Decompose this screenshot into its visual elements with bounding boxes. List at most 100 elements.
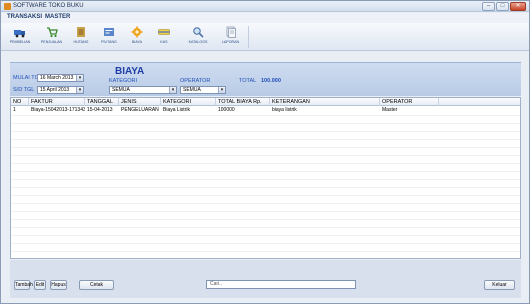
ledger-icon (77, 27, 85, 37)
grid-line (11, 163, 520, 164)
grid-line (11, 171, 520, 172)
total-value: 100.000 (261, 78, 281, 84)
title-bar: SOFTWARE TOKO BUKU – □ ✕ (1, 1, 529, 12)
grid-line (11, 243, 520, 244)
col-no[interactable]: NO (11, 98, 29, 106)
receivable-icon (104, 28, 114, 36)
ribbon-kas-button[interactable]: KAS (153, 24, 175, 49)
ribbon-label: PEMBELIAN (9, 40, 31, 44)
app-icon (4, 3, 11, 10)
ribbon-katalogs-button[interactable]: KATALOGS (184, 24, 212, 49)
operator-value: SEMUA (183, 87, 201, 93)
menu-transaksi[interactable]: TRANSAKSI (7, 14, 42, 20)
truck-icon (14, 30, 25, 38)
grid-line (11, 139, 520, 140)
report-icon (226, 26, 236, 38)
cell-tanggal: 15-04-2013 (87, 107, 113, 113)
kategori-value: SEMUA (112, 87, 130, 93)
grid-line (11, 155, 520, 156)
mulai-tgl-value: 16 March 2013 (40, 75, 74, 81)
grid-line (11, 251, 520, 252)
grid-line (11, 115, 520, 116)
menu-bar: TRANSAKSI MASTER (1, 13, 529, 23)
cart-icon (46, 27, 58, 38)
search-placeholder: Cari.. (210, 281, 222, 287)
ribbon-separator (248, 26, 249, 48)
ribbon-laporan-button[interactable]: LAPORAN (216, 24, 245, 49)
sd-tgl-label: S/D TGL (13, 87, 35, 93)
kategori-label: KATEGORI (109, 78, 138, 84)
tambah-button[interactable]: Tambah (14, 280, 33, 290)
chevron-down-icon[interactable]: ▾ (169, 87, 176, 93)
ribbon-label: PENJUALAN (40, 40, 63, 44)
ribbon-label: KATALOGS (188, 40, 208, 44)
cell-faktur: Biaya-15042013-171343 (31, 107, 85, 113)
col-keterangan[interactable]: KETERANGAN (270, 98, 380, 106)
ribbon-label: LAPORAN (221, 40, 240, 44)
filter-header: MULAI TGL 16 March 2013 ▾ S/D TGL 15 Apr… (10, 62, 521, 96)
menu-master[interactable]: MASTER (45, 14, 70, 20)
sd-tgl-field[interactable]: 15 April 2013 ▾ (37, 86, 84, 94)
ribbon-label: BIAYA (131, 40, 143, 44)
sd-tgl-value: 15 April 2013 (40, 87, 70, 93)
cell-kategori: Biaya Listrik (163, 107, 190, 113)
col-kategori[interactable]: KATEGORI (161, 98, 216, 106)
grid-line (11, 147, 520, 148)
chevron-down-icon[interactable]: ▾ (218, 87, 225, 93)
grid-line (11, 211, 520, 212)
edit-button[interactable]: Edit (34, 280, 46, 290)
gear-icon (131, 26, 143, 38)
col-jenis[interactable]: JENIS (119, 98, 161, 106)
col-faktur[interactable]: FAKTUR (29, 98, 85, 106)
cash-icon (158, 29, 170, 35)
ribbon-pembelian-button[interactable]: PEMBELIAN (6, 24, 34, 49)
grid-line (11, 195, 520, 196)
cell-operator: Master (382, 107, 398, 113)
operator-select[interactable]: SEMUA ▾ (180, 86, 226, 94)
table-row[interactable]: 1 Biaya-15042013-171343 15-04-2013 PENGE… (11, 107, 520, 114)
cell-no: 1 (13, 107, 16, 113)
cell-keterangan: biaya listrik (272, 107, 297, 113)
ribbon-piutang-button[interactable]: PIUTANG (97, 24, 121, 49)
footer-bar: Tambah Edit Hapus Cetak Cari.. Keluar (10, 260, 521, 298)
chevron-down-icon[interactable]: ▾ (76, 87, 83, 93)
grid-line (11, 227, 520, 228)
ribbon-penjualan-button[interactable]: PENJUALAN (38, 24, 65, 49)
col-operator[interactable]: OPERATOR (380, 98, 439, 106)
ribbon-label: PIUTANG (101, 40, 117, 44)
grid-line (11, 235, 520, 236)
data-table: NO FAKTUR TANGGAL JENIS KATEGORI TOTAL B… (10, 97, 521, 259)
close-button[interactable]: ✕ (510, 2, 526, 11)
ribbon-hutang-button[interactable]: HUTANG (69, 24, 93, 49)
grid-line (11, 123, 520, 124)
search-input[interactable]: Cari.. (206, 280, 356, 289)
window-title: SOFTWARE TOKO BUKU (13, 3, 84, 9)
kategori-select[interactable]: SEMUA ▾ (109, 86, 177, 94)
cetak-button[interactable]: Cetak (79, 280, 114, 290)
mulai-tgl-field[interactable]: 16 March 2013 ▾ (37, 74, 84, 82)
chevron-down-icon[interactable]: ▾ (76, 75, 83, 81)
grid-line (11, 179, 520, 180)
col-tanggal[interactable]: TANGGAL (85, 98, 119, 106)
grid-line (11, 203, 520, 204)
operator-label: OPERATOR (180, 78, 211, 84)
ribbon-toolbar: PEMBELIAN PENJUALAN HUTANG PIUTANG BIAYA… (1, 23, 529, 51)
ribbon-label: HUTANG (73, 40, 89, 44)
page-title: BIAYA (115, 66, 145, 77)
hapus-button[interactable]: Hapus (50, 280, 67, 290)
grid-line (11, 187, 520, 188)
grid-line (11, 131, 520, 132)
minimize-button[interactable]: – (482, 2, 495, 11)
grid-line (11, 219, 520, 220)
app-window: SOFTWARE TOKO BUKU – □ ✕ TRANSAKSI MASTE… (0, 0, 530, 304)
cell-jenis: PENGELUARAN (121, 107, 159, 113)
cell-total: 100000 (218, 107, 235, 113)
table-header: NO FAKTUR TANGGAL JENIS KATEGORI TOTAL B… (11, 98, 520, 106)
total-label: TOTAL (239, 78, 257, 84)
ribbon-label: KAS (160, 40, 168, 44)
maximize-button[interactable]: □ (496, 2, 509, 11)
keluar-button[interactable]: Keluar (484, 280, 515, 290)
search-icon (193, 27, 204, 38)
col-total[interactable]: TOTAL BIAYA Rp. (216, 98, 270, 106)
ribbon-biaya-button[interactable]: BIAYA (125, 24, 149, 49)
